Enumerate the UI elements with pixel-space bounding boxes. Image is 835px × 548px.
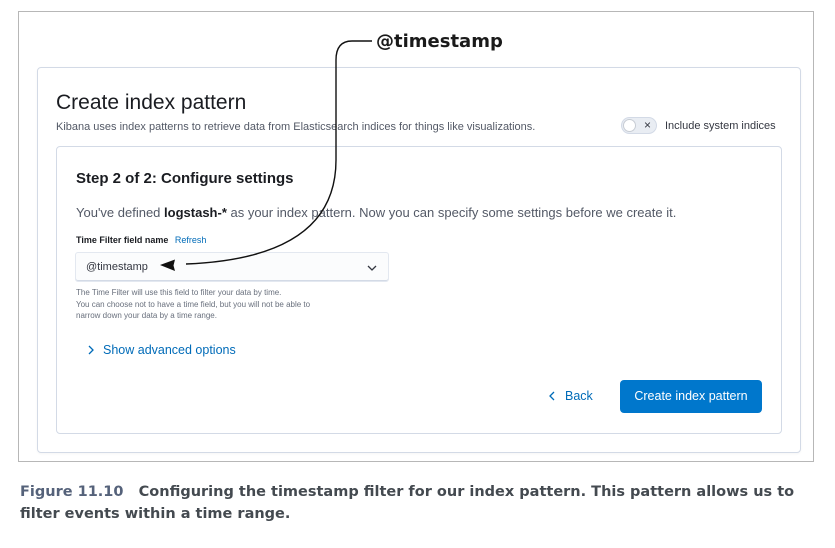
index-pattern-name: logstash-* — [164, 205, 227, 220]
show-advanced-options-button[interactable]: Show advanced options — [86, 343, 236, 357]
back-button[interactable]: Back — [548, 389, 593, 403]
time-filter-help-text: The Time Filter will use this field to f… — [76, 288, 311, 320]
page-description: Kibana uses index patterns to retrieve d… — [56, 121, 536, 133]
time-filter-field-select[interactable]: @timestamp — [75, 252, 389, 282]
create-index-pattern-button[interactable]: Create index pattern — [620, 380, 762, 413]
show-advanced-options-label: Show advanced options — [103, 343, 236, 357]
chevron-left-icon — [549, 391, 555, 401]
step-description: You've defined logstash-* as your index … — [76, 205, 677, 220]
include-system-indices-control[interactable]: × Include system indices — [621, 117, 776, 134]
time-filter-selected-value: @timestamp — [86, 261, 148, 273]
cross-icon: × — [643, 118, 651, 132]
page-title: Create index pattern — [56, 91, 247, 114]
time-filter-field-label: Time Filter field name Refresh — [76, 235, 207, 245]
back-button-label: Back — [565, 389, 593, 403]
include-system-indices-toggle[interactable]: × — [621, 117, 657, 134]
chevron-right-icon — [88, 345, 94, 355]
include-system-indices-label[interactable]: Include system indices — [665, 120, 776, 132]
chevron-down-icon — [367, 265, 377, 271]
figure-number: Figure 11.10 — [20, 484, 124, 500]
caption-text: Configuring the timestamp filter for our… — [20, 484, 795, 522]
timestamp-callout-label: @timestamp — [376, 31, 503, 52]
figure-caption: Figure 11.10 Configuring the timestamp f… — [20, 481, 820, 525]
toggle-knob — [623, 119, 636, 132]
step-title: Step 2 of 2: Configure settings — [76, 170, 294, 187]
refresh-link[interactable]: Refresh — [175, 235, 207, 245]
